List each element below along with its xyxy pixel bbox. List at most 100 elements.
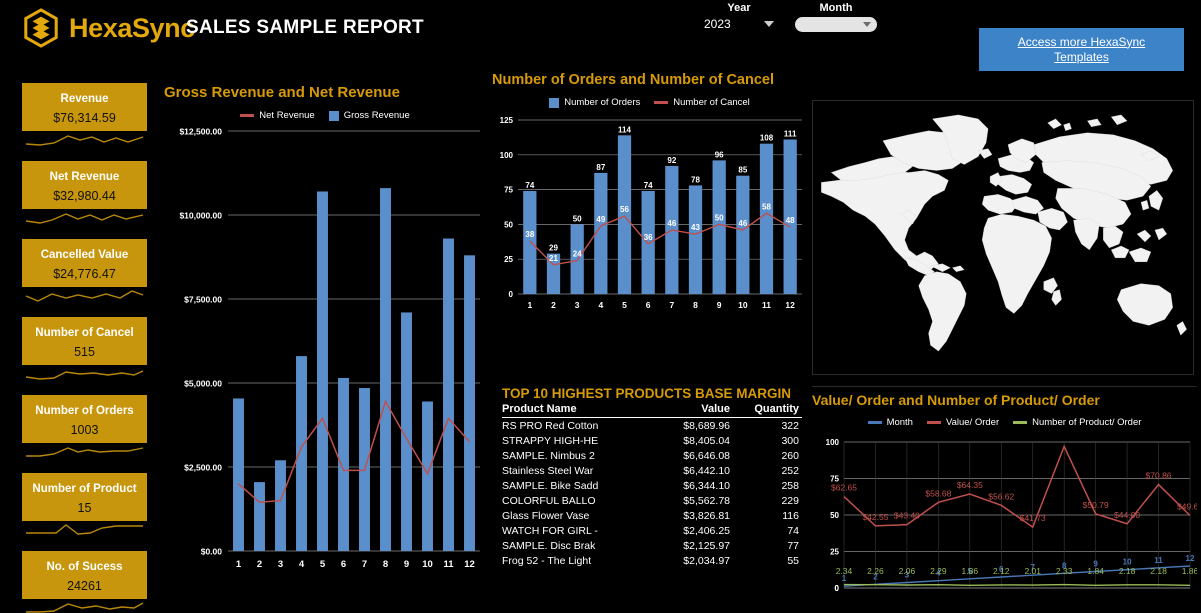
kpi-title: Revenue (60, 92, 109, 105)
kpi-card-no-of-sucess[interactable]: No. of Sucess 24261 (22, 551, 147, 613)
svg-text:58: 58 (762, 202, 771, 211)
svg-text:3: 3 (575, 300, 580, 310)
cell-product-quantity: 77 (787, 540, 799, 552)
kpi-card-number-of-orders[interactable]: Number of Orders 1003 (22, 395, 147, 461)
cell-product-quantity: 300 (781, 435, 799, 447)
cell-product-name: Stainless Steel War (502, 465, 594, 477)
svg-text:2.12: 2.12 (993, 566, 1010, 576)
table-row[interactable]: SAMPLE. Nimbus 2 $6,646.08 260 (502, 448, 802, 463)
svg-text:5: 5 (622, 300, 627, 310)
chevron-down-icon[interactable] (764, 21, 774, 27)
svg-text:11: 11 (762, 300, 771, 310)
world-map-icon[interactable] (813, 101, 1193, 374)
cell-product-value: $2,034.97 (683, 555, 730, 567)
cell-product-quantity: 252 (781, 465, 799, 477)
table-row[interactable]: Stainless Steel War $6,442.10 252 (502, 463, 802, 478)
svg-text:46: 46 (667, 219, 676, 228)
orders-cancel-chart[interactable]: 0255075100125742950871147492789685108 111… (492, 108, 807, 330)
cell-product-value: $6,646.08 (683, 450, 730, 462)
table-row[interactable]: SAMPLE. Bike Sadd $6,344.10 258 (502, 478, 802, 493)
svg-text:12: 12 (785, 300, 795, 310)
svg-text:$10,000.00: $10,000.00 (179, 211, 222, 221)
legend-swatch-line-icon (926, 421, 941, 424)
svg-text:50: 50 (715, 214, 724, 223)
kpi-card-net-revenue[interactable]: Net Revenue $32,980.44 (22, 161, 147, 227)
kpi-card-number-of-product[interactable]: Number of Product 15 (22, 473, 147, 539)
svg-text:$62.65: $62.65 (831, 483, 857, 493)
sparkline-icon (25, 370, 144, 380)
value-per-order-chart[interactable]: 02550751001 2 3 4 5 6 7 8 9 10 11 12$62.65$42.55 $43… (812, 428, 1197, 610)
legend-item-number-of-cancel[interactable]: Number of Cancel (654, 97, 750, 108)
legend-label: Net Revenue (259, 110, 315, 121)
legend-swatch-line-icon (867, 421, 882, 424)
world-map-panel[interactable] (812, 100, 1194, 375)
svg-text:$0.00: $0.00 (201, 547, 223, 557)
svg-text:100: 100 (826, 438, 840, 447)
top-products-panel: TOP 10 HIGHEST PRODUCTS BASE MARGIN Prod… (502, 386, 802, 568)
svg-text:2.29: 2.29 (930, 566, 947, 576)
svg-text:11: 11 (1154, 556, 1163, 565)
table-row[interactable]: WATCH FOR GIRL - $2,406.25 74 (502, 523, 802, 538)
cell-product-quantity: 260 (781, 450, 799, 462)
svg-text:96: 96 (715, 151, 724, 160)
year-slicer-value[interactable]: 2023 (704, 17, 731, 31)
kpi-card-cancelled-value[interactable]: Cancelled Value $24,776.47 (22, 239, 147, 305)
cell-product-quantity: 74 (787, 525, 799, 537)
column-header-quantity[interactable]: Quantity (730, 403, 802, 418)
legend-item-product-order[interactable]: Number of Product/ Order (1013, 417, 1141, 428)
chevron-down-icon[interactable] (863, 22, 871, 27)
column-header-value[interactable]: Value (640, 403, 730, 418)
svg-text:0: 0 (835, 584, 840, 593)
cell-product-quantity: 229 (781, 495, 799, 507)
legend-item-value-order[interactable]: Value/ Order (926, 417, 1000, 428)
table-row[interactable]: RS PRO Red Cotton $8,689.96 322 (502, 418, 802, 434)
kpi-value: 15 (77, 501, 92, 516)
chart-legend: Net Revenue Gross Revenue (164, 110, 486, 121)
column-header-product-name[interactable]: Product Name (502, 403, 640, 418)
legend-item-gross-revenue[interactable]: Gross Revenue (328, 110, 410, 121)
legend-label: Month (886, 417, 913, 428)
kpi-card-revenue[interactable]: Revenue $76,314.59 (22, 83, 147, 149)
svg-text:4: 4 (299, 559, 305, 570)
table-row[interactable]: COLORFUL BALLO $5,562.78 229 (502, 493, 802, 508)
table-row[interactable]: SAMPLE. Disc Brak $2,125.97 77 (502, 538, 802, 553)
cell-product-value: $2,406.25 (683, 525, 730, 537)
svg-text:$42.55: $42.55 (862, 512, 888, 522)
cell-product-quantity: 322 (781, 420, 799, 432)
svg-text:2: 2 (551, 300, 556, 310)
month-slicer-dropdown[interactable] (795, 17, 877, 32)
svg-text:48: 48 (786, 216, 795, 225)
cell-product-name: Glass Flower Vase (502, 510, 590, 522)
legend-swatch-box-icon (328, 110, 339, 121)
legend-label: Number of Orders (564, 97, 641, 109)
cell-product-name: RS PRO Red Cotton (502, 420, 599, 432)
svg-text:2.33: 2.33 (1056, 566, 1073, 576)
legend-item-net-revenue[interactable]: Net Revenue (240, 110, 315, 121)
cell-product-value: $3,826.81 (683, 510, 730, 522)
gross-net-revenue-chart[interactable]: $0.00 $2,500.00 $5,000.00 $7,500.00 $10,000.… (164, 121, 486, 591)
table-row[interactable]: Frog 52 - The Light $2,034.97 55 (502, 553, 802, 568)
kpi-card-number-of-cancel[interactable]: Number of Cancel 515 (22, 317, 147, 383)
month-slicer[interactable]: Month (795, 2, 877, 32)
svg-text:114: 114 (618, 126, 631, 135)
cell-product-name: SAMPLE. Disc Brak (502, 540, 596, 552)
svg-text:$49.64: $49.64 (1177, 502, 1197, 512)
svg-text:0: 0 (509, 290, 514, 299)
svg-text:11: 11 (443, 559, 454, 570)
access-more-templates-button[interactable]: Access more HexaSync Templates (979, 28, 1184, 71)
table-row[interactable]: STRAPPY HIGH-HE $8,405.04 300 (502, 433, 802, 448)
legend-item-month[interactable]: Month (867, 417, 913, 428)
svg-text:1: 1 (236, 559, 242, 570)
svg-text:1.84: 1.84 (1087, 566, 1104, 576)
svg-text:$64.35: $64.35 (957, 480, 983, 490)
year-slicer[interactable]: Year 2023 (700, 2, 778, 31)
kpi-title: No. of Sucess (46, 560, 123, 573)
legend-label: Value/ Order (945, 417, 1000, 428)
legend-item-number-of-orders[interactable]: Number of Orders (549, 97, 640, 108)
svg-text:9: 9 (717, 300, 722, 310)
svg-text:108: 108 (760, 134, 774, 143)
kpi-title: Number of Cancel (35, 326, 134, 339)
table-row[interactable]: Glass Flower Vase $3,826.81 116 (502, 508, 802, 523)
svg-text:56: 56 (620, 205, 629, 214)
svg-text:78: 78 (691, 176, 700, 185)
